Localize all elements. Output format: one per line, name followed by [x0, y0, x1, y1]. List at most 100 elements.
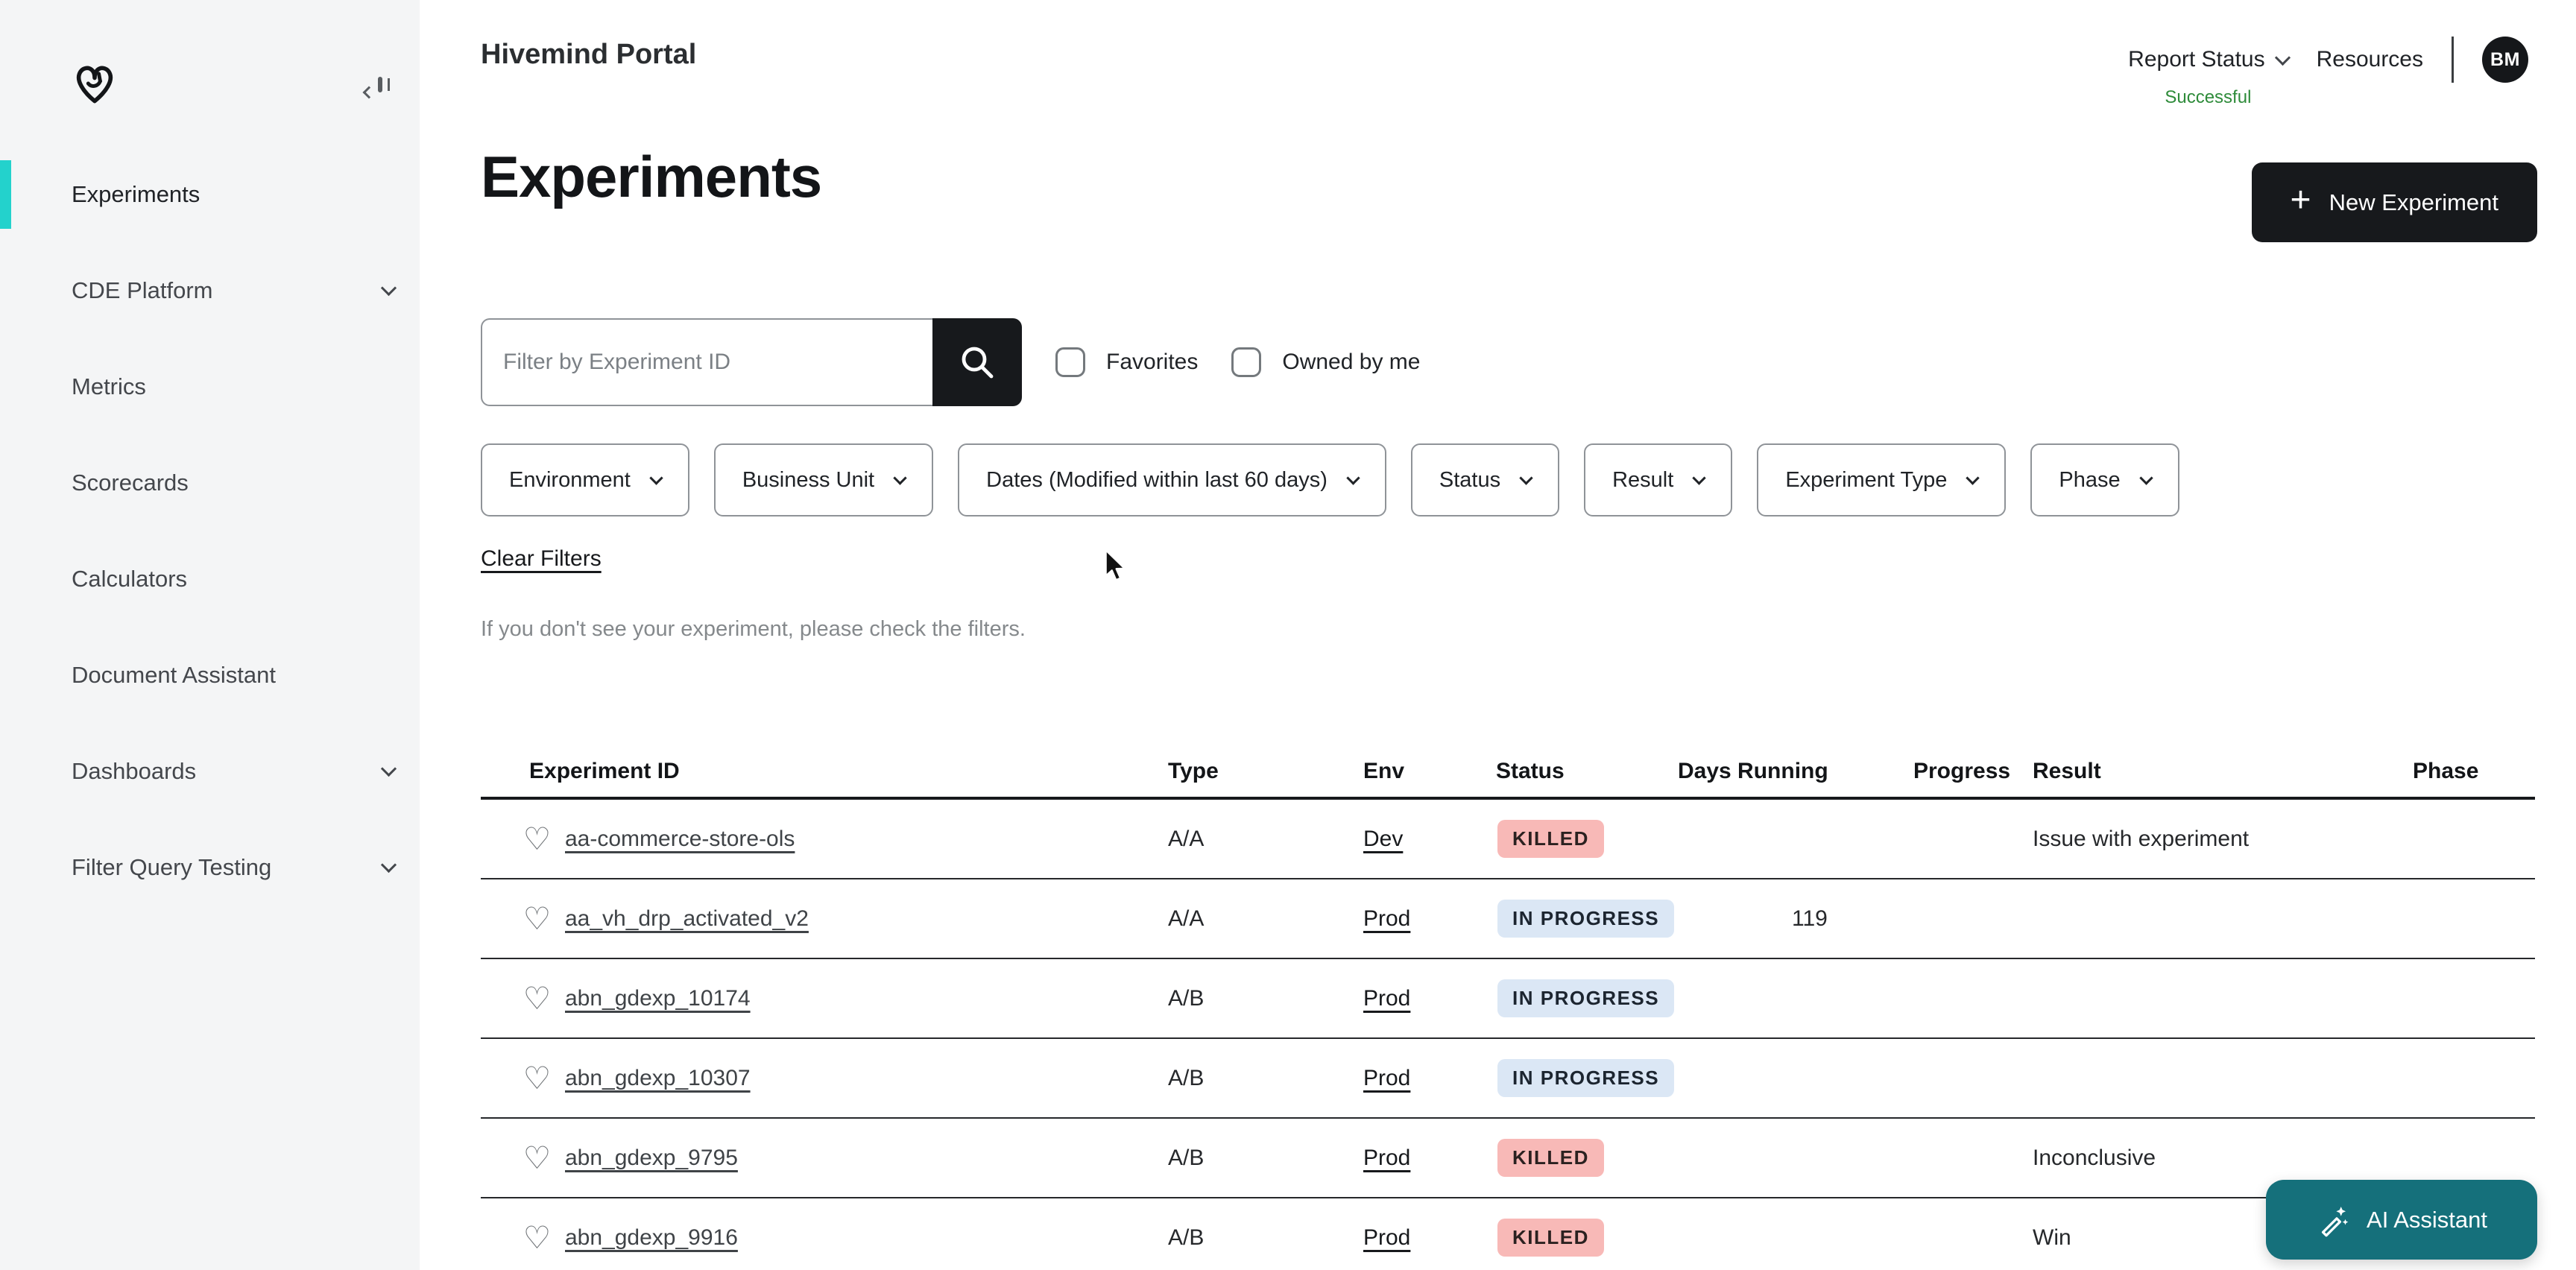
checkbox-group: Favorites Owned by me: [1022, 347, 1420, 377]
report-status-menu[interactable]: Report Status Successful: [2128, 47, 2288, 72]
env-link[interactable]: Prod: [1356, 1225, 1410, 1251]
column-header: Env: [1356, 759, 1489, 784]
sidebar-item-label: Document Assistant: [72, 662, 276, 689]
env-link[interactable]: Prod: [1356, 1146, 1410, 1171]
sidebar-item[interactable]: Experiments: [0, 146, 420, 242]
favorite-button[interactable]: ♡: [481, 1143, 556, 1174]
resources-link[interactable]: Resources: [2317, 47, 2423, 72]
chevron-down-icon: [1519, 471, 1532, 484]
experiments-table-body: ♡ aa-commerce-store-ols A/A Dev KILLED I…: [481, 800, 2535, 1270]
heart-icon: ♡: [523, 981, 552, 1016]
type-cell: A/B: [1161, 986, 1356, 1011]
experiment-id-filter-input[interactable]: [481, 318, 932, 406]
clear-filters-link[interactable]: Clear Filters: [481, 546, 602, 572]
env-link[interactable]: Prod: [1356, 1066, 1410, 1091]
ai-assistant-button[interactable]: AI Assistant: [2266, 1180, 2537, 1260]
table-row: ♡ abn_gdexp_10307 A/B Prod IN PROGRESS: [481, 1039, 2535, 1119]
experiment-id-link[interactable]: abn_gdexp_9916: [556, 1225, 1161, 1251]
filter-dropdown[interactable]: Experiment Type: [1757, 443, 2006, 516]
checkbox-label: Owned by me: [1282, 350, 1420, 375]
checkbox-icon[interactable]: [1055, 347, 1085, 377]
favorite-button[interactable]: ♡: [481, 983, 556, 1014]
type-cell: A/B: [1161, 1146, 1356, 1171]
column-header: Days Running: [1670, 759, 1906, 784]
new-experiment-label: New Experiment: [2329, 189, 2498, 216]
favorite-button[interactable]: ♡: [481, 1222, 556, 1254]
favorite-button[interactable]: ♡: [481, 903, 556, 935]
app-title: Hivemind Portal: [481, 39, 696, 71]
sidebar-item-label: Filter Query Testing: [72, 854, 271, 881]
sidebar-item[interactable]: Dashboards: [0, 723, 420, 819]
filter-dropdown[interactable]: Business Unit: [714, 443, 933, 516]
sidebar-item-label: Experiments: [72, 181, 200, 208]
type-cell: A/A: [1161, 827, 1356, 852]
experiment-id-link[interactable]: abn_gdexp_9795: [556, 1146, 1161, 1171]
status-badge: IN PROGRESS: [1497, 979, 1674, 1017]
sidebar-item[interactable]: Filter Query Testing: [0, 819, 420, 915]
new-experiment-button[interactable]: + New Experiment: [2252, 162, 2537, 242]
filter-dropdown-label: Experiment Type: [1785, 468, 1947, 493]
env-link[interactable]: Prod: [1356, 986, 1410, 1011]
sidebar-item-label: CDE Platform: [72, 277, 212, 304]
chevron-down-icon: [893, 471, 906, 484]
filter-dropdown-label: Result: [1612, 468, 1673, 493]
user-avatar[interactable]: BM: [2482, 37, 2528, 83]
filter-dropdown[interactable]: Status: [1411, 443, 1559, 516]
report-status-value: Successful: [2165, 87, 2251, 108]
favorite-button[interactable]: ♡: [481, 824, 556, 855]
env-link[interactable]: Prod: [1356, 906, 1410, 932]
filter-dropdown[interactable]: Dates (Modified within last 60 days): [958, 443, 1386, 516]
experiment-id-link[interactable]: abn_gdexp_10174: [556, 986, 1161, 1011]
filter-dropdown-label: Phase: [2059, 468, 2120, 493]
filter-checkbox[interactable]: Favorites: [1055, 347, 1198, 377]
type-cell: A/A: [1161, 906, 1356, 932]
table-row: ♡ abn_gdexp_9916 A/B Prod KILLED Win: [481, 1198, 2535, 1270]
filter-dropdown[interactable]: Phase: [2030, 443, 2179, 516]
column-header: Status: [1489, 759, 1670, 784]
filter-checkbox[interactable]: Owned by me: [1231, 347, 1420, 377]
filter-dropdown-label: Dates (Modified within last 60 days): [986, 468, 1328, 493]
filter-dropdown[interactable]: Environment: [481, 443, 689, 516]
column-header: Progress: [1906, 759, 2025, 784]
checkbox-icon[interactable]: [1231, 347, 1261, 377]
sidebar-item[interactable]: Metrics: [0, 338, 420, 435]
table-row: ♡ aa_vh_drp_activated_v2 A/A Prod IN PRO…: [481, 879, 2535, 959]
sidebar-item[interactable]: Document Assistant: [0, 627, 420, 723]
experiment-id-link[interactable]: abn_gdexp_10307: [556, 1066, 1161, 1091]
experiment-id-link[interactable]: aa-commerce-store-ols: [556, 827, 1161, 852]
report-status-label: Report Status: [2128, 47, 2264, 72]
heart-logo-glyph: [72, 60, 118, 107]
app-root: Experiments CDE Platform Metrics Scoreca…: [0, 0, 2576, 1270]
chevron-down-icon: [381, 857, 397, 873]
column-header: Phase: [2405, 759, 2535, 784]
chevron-down-icon: [2139, 471, 2153, 484]
status-badge: KILLED: [1497, 1139, 1604, 1177]
chevron-down-icon: [2274, 49, 2290, 65]
days-running-cell: 119: [1670, 906, 1906, 932]
env-link[interactable]: Dev: [1356, 827, 1403, 852]
sidebar-item[interactable]: Scorecards: [0, 435, 420, 531]
heart-icon: ♡: [523, 1220, 552, 1255]
heart-icon: ♡: [523, 821, 552, 856]
type-cell: A/B: [1161, 1066, 1356, 1091]
status-badge: KILLED: [1497, 1219, 1604, 1257]
filter-dropdown-label: Status: [1439, 468, 1500, 493]
filter-dropdown-label: Business Unit: [742, 468, 874, 493]
experiments-table: Experiment ID Type Env Status Days Runni…: [481, 745, 2535, 1270]
chevron-down-icon: [381, 761, 397, 777]
table-row: ♡ abn_gdexp_9795 A/B Prod KILLED Inconcl…: [481, 1119, 2535, 1198]
result-cell: Inconclusive: [2025, 1146, 2405, 1171]
filter-dropdown[interactable]: Result: [1584, 443, 1732, 516]
plus-icon: +: [2291, 183, 2311, 218]
sidebar-item-label: Scorecards: [72, 470, 189, 496]
favorite-button[interactable]: ♡: [481, 1063, 556, 1094]
brand-logo-icon[interactable]: [72, 60, 118, 107]
search-button[interactable]: [932, 318, 1022, 406]
status-badge: IN PROGRESS: [1497, 1059, 1674, 1097]
sidebar-item[interactable]: CDE Platform: [0, 242, 420, 338]
sidebar-item[interactable]: Calculators: [0, 531, 420, 627]
experiment-id-link[interactable]: aa_vh_drp_activated_v2: [556, 906, 1161, 932]
search-icon: [958, 343, 997, 382]
result-cell: Issue with experiment: [2025, 827, 2405, 852]
sidebar-collapse-button[interactable]: [364, 69, 396, 100]
